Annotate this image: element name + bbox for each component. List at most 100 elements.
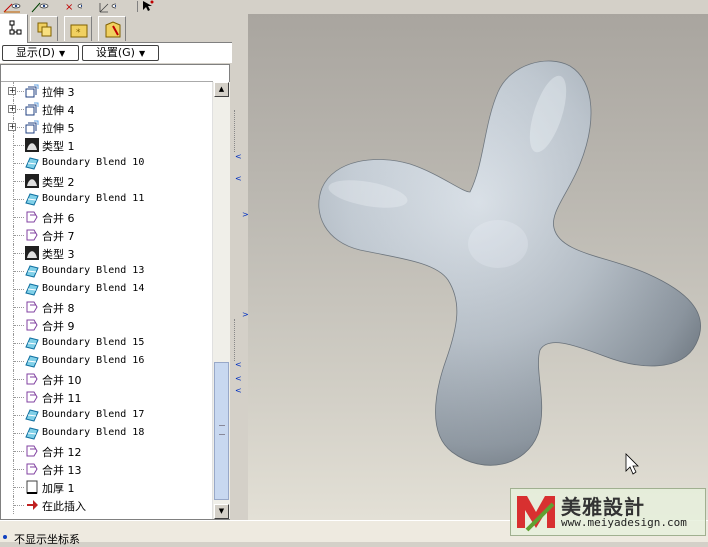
axis-display-icon[interactable] [2,0,22,13]
tree-item-label: 在此插入 [42,500,86,513]
watermark: 美雅設計 www.meiyadesign.com [510,488,706,536]
tree-item[interactable]: 合并 10 [1,370,212,388]
model-tree-icon [9,20,22,35]
tree-item[interactable]: 合并 6 [1,208,212,226]
tree-item[interactable]: 合并 8 [1,298,212,316]
collapse-arrow-icon[interactable]: < [235,360,242,369]
tree-item[interactable]: 合并 9 [1,316,212,334]
thicken-icon [24,479,40,495]
tree-item[interactable]: Boundary Blend 10 [1,154,212,172]
tree-item-label: Boundary Blend 14 [42,283,145,294]
navigator-panel: * 显示(D) ▼ 设置(G) ▼ + 拉伸 3 + 拉伸 4 + 拉伸 5 类型 1 Bound… [0,14,232,520]
tree-item-label: 加厚 1 [42,482,75,495]
merge-icon [24,299,40,315]
tree-item[interactable]: Boundary Blend 16 [1,352,212,370]
boundary-blend-icon [24,335,40,351]
model-surface-render [318,60,701,475]
tree-item-label: 合并 11 [42,392,82,405]
tree-item-label: 拉伸 5 [42,122,75,135]
status-bullet-icon [3,535,7,539]
merge-icon [24,317,40,333]
style-icon [24,173,40,189]
status-message: 不显示坐标系 [14,533,80,546]
extrude-icon [24,101,40,117]
toolbar-separator [137,1,138,12]
tree-item[interactable]: 类型 1 [1,136,212,154]
tree-item[interactable]: 合并 12 [1,442,212,460]
tree-item[interactable]: Boundary Blend 11 [1,190,212,208]
extrude-icon [24,83,40,99]
panel-splitter[interactable]: < < > > < < < [232,14,249,520]
layers-tab[interactable] [30,16,58,41]
graphics-viewport[interactable] [248,14,708,520]
tree-item[interactable]: Boundary Blend 17 [1,406,212,424]
show-dropdown-label: 显示(D) [15,46,55,59]
tree-item-label: 拉伸 4 [42,104,75,117]
tree-item[interactable]: 合并 7 [1,226,212,244]
scroll-up-button[interactable]: ▲ [214,82,229,97]
boundary-blend-icon [24,155,40,171]
collapse-arrow-icon[interactable]: < [235,174,242,183]
navigator-tabs: * [0,14,232,43]
tree-item[interactable]: Boundary Blend 13 [1,262,212,280]
svg-text:*: * [76,28,81,38]
tree-item-label: 合并 10 [42,374,82,387]
plane-display-icon[interactable] [30,0,50,13]
merge-icon [24,389,40,405]
tree-item[interactable]: + 拉伸 3 [1,82,212,100]
watermark-logo-icon [517,496,555,532]
watermark-url: www.meiyadesign.com [561,516,687,529]
folder-icon: * [70,24,88,38]
boundary-blend-icon [24,407,40,423]
merge-icon [24,371,40,387]
collapse-arrow-icon[interactable]: < [235,386,242,395]
tree-item[interactable]: Boundary Blend 14 [1,280,212,298]
collapse-arrow-icon[interactable]: < [235,374,242,383]
style-icon [24,137,40,153]
folder-browser-tab[interactable]: * [64,16,92,41]
model-tree: + 拉伸 3 + 拉伸 4 + 拉伸 5 类型 1 Boundary Blend 10 类型 2… [0,64,230,520]
scroll-down-button[interactable]: ▼ [214,504,229,519]
csys-display-icon[interactable] [96,0,116,13]
expand-toggle-icon[interactable]: + [8,123,16,131]
tree-item[interactable]: + 拉伸 4 [1,100,212,118]
tree-item[interactable]: 类型 3 [1,244,212,262]
layers-icon [37,22,52,37]
tree-item-label: 类型 1 [42,140,75,153]
tree-scrollbar[interactable]: ▲ ▼ [212,82,230,519]
tree-item-label: 合并 13 [42,464,82,477]
expand-toggle-icon[interactable]: + [8,87,16,95]
settings-dropdown[interactable]: 设置(G) ▼ [82,45,159,61]
tree-item-label: 合并 7 [42,230,75,243]
collapse-arrow-icon[interactable]: < [235,152,242,161]
tree-item[interactable]: Boundary Blend 15 [1,334,212,352]
tree-item[interactable]: 合并 11 [1,388,212,406]
tree-item[interactable]: 在此插入 [1,496,212,514]
style-icon [24,245,40,261]
tree-item-label: 合并 6 [42,212,75,225]
tree-item-label: 合并 9 [42,320,75,333]
favorites-tab[interactable] [98,16,126,41]
tree-item-label: Boundary Blend 16 [42,355,145,366]
tree-item[interactable]: 合并 13 [1,460,212,478]
tree-item-label: 合并 8 [42,302,75,315]
chevron-down-icon: ▼ [58,49,66,58]
tree-item-label: 类型 3 [42,248,75,261]
tree-item[interactable]: Boundary Blend 18 [1,424,212,442]
boundary-blend-icon [24,281,40,297]
tree-item[interactable]: 类型 2 [1,172,212,190]
tree-item[interactable]: 加厚 1 [1,478,212,496]
select-cursor-icon[interactable] [142,0,154,12]
tree-item[interactable]: + 拉伸 5 [1,118,212,136]
view-toolbar: × [0,0,708,15]
merge-icon [24,443,40,459]
tree-item-label: 拉伸 3 [42,86,75,99]
expand-toggle-icon[interactable]: + [8,105,16,113]
model-tree-tab[interactable] [0,14,28,43]
scroll-thumb[interactable] [214,362,229,500]
point-display-icon[interactable]: × [62,0,82,13]
mouse-pointer-icon [625,453,639,475]
chevron-down-icon: ▼ [138,49,146,58]
tree-item-label: Boundary Blend 11 [42,193,145,204]
show-dropdown[interactable]: 显示(D) ▼ [2,45,79,61]
